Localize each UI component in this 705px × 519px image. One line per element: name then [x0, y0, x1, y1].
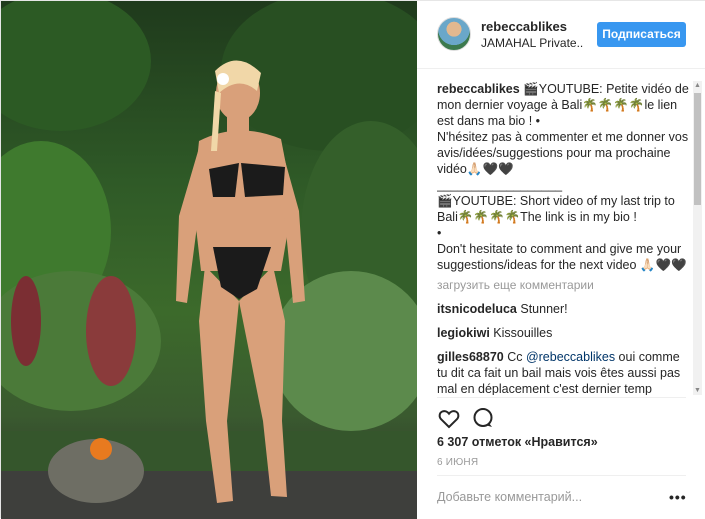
caption: rebeccablikes 🎬YOUTUBE: Petite vidéo de … — [437, 81, 693, 129]
caption-username[interactable]: rebeccablikes — [437, 82, 520, 96]
post-sidebar: rebeccablikes JAMAHAL Private.. Подписат… — [417, 1, 705, 519]
comment-username[interactable]: legiokiwi — [437, 326, 490, 340]
caption-line-6: Don't hesitate to comment and give me yo… — [437, 242, 687, 272]
scroll-up-arrow-icon[interactable]: ▲ — [693, 81, 702, 90]
comments-list[interactable]: rebeccablikes 🎬YOUTUBE: Petite vidéo de … — [437, 81, 693, 395]
caption-line-4: 🎬YOUTUBE: Short video of my last trip to… — [437, 194, 679, 224]
load-more-comments-link[interactable]: загрузить еще комментарии — [437, 277, 693, 293]
caption-divider: __________________ — [437, 178, 563, 192]
post-actions — [437, 397, 686, 437]
instagram-post: rebeccablikes JAMAHAL Private.. Подписат… — [0, 0, 705, 519]
photo-illustration — [1, 1, 417, 519]
more-options-icon[interactable]: ••• — [669, 489, 687, 505]
header-username[interactable]: rebeccablikes — [481, 19, 567, 34]
comment-row: legiokiwi Kissouilles — [437, 325, 693, 341]
comment-mention-link[interactable]: @rebeccablikes — [526, 350, 615, 364]
post-photo[interactable] — [1, 1, 417, 519]
comment-row: gilles68870 Cc @rebeccablikes oui comme … — [437, 349, 693, 395]
scroll-down-arrow-icon[interactable]: ▼ — [693, 386, 702, 395]
caption-line-2: N'hésitez pas à commenter et me donner v… — [437, 130, 692, 176]
comment-row: itsnicodeluca Stunner! — [437, 301, 693, 317]
add-comment-bar: ••• — [437, 475, 686, 519]
post-header: rebeccablikes JAMAHAL Private.. Подписат… — [417, 1, 705, 69]
header-location[interactable]: JAMAHAL Private.. — [481, 36, 583, 50]
heart-icon[interactable] — [437, 406, 461, 430]
scroll-thumb[interactable] — [694, 93, 701, 205]
comment-bubble-icon[interactable] — [471, 406, 495, 430]
add-comment-input[interactable] — [437, 490, 657, 504]
follow-button[interactable]: Подписаться — [597, 22, 686, 47]
avatar[interactable] — [437, 17, 471, 51]
comments-scrollbar[interactable]: ▲ ▼ — [693, 81, 702, 395]
likes-count[interactable]: 6 307 отметок «Нравится» — [437, 435, 598, 449]
caption-bullet: • — [437, 226, 442, 240]
comment-username[interactable]: gilles68870 — [437, 350, 504, 364]
comment-username[interactable]: itsnicodeluca — [437, 302, 517, 316]
post-date[interactable]: 6 июня — [437, 457, 478, 468]
comment-text: Kissouilles — [493, 326, 553, 340]
comment-text: Stunner! — [520, 302, 568, 316]
comment-text-prefix: Cc — [507, 350, 526, 364]
